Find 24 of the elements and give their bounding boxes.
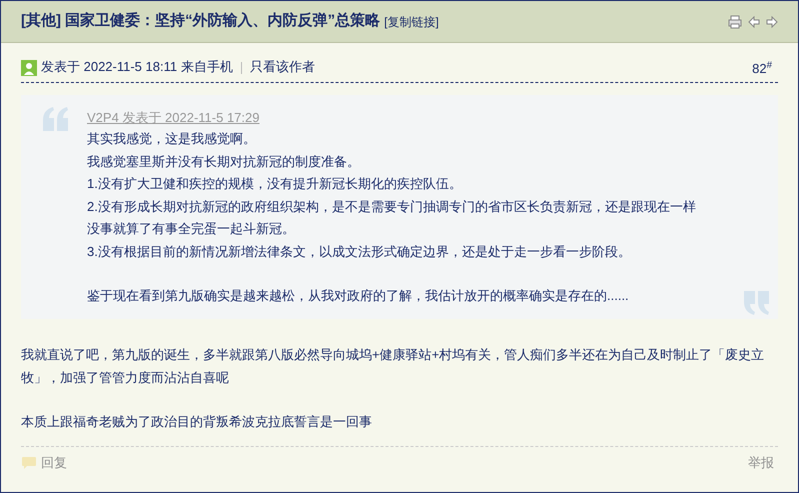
quote-line: 其实我感觉，这是我感觉啊。 xyxy=(87,130,257,148)
copy-link[interactable]: [复制链接] xyxy=(384,12,439,30)
previous-arrow-icon[interactable] xyxy=(748,16,760,28)
floor-number: 82$^{#}$ xyxy=(752,58,772,78)
print-icon[interactable] xyxy=(728,14,742,28)
open-quote-icon xyxy=(43,107,69,131)
post-date: 发表于 2022-11-5 18:11 xyxy=(41,58,178,76)
author-only-link[interactable]: 只看该作者 xyxy=(250,56,316,76)
reply-paragraph: 本质上跟福奇老贼为了政治目的背叛希波克拉底誓言是一回事 xyxy=(21,413,373,431)
reply-button[interactable]: 回复 xyxy=(21,453,67,473)
quote-line: 3.没有根据目前的新情况新增法律条文，以成文法形式确定边界，还是处于走一步看一步阶段。 xyxy=(87,242,632,260)
quote-author-link[interactable]: V2P4 发表于 2022-11-5 17:29 xyxy=(87,110,260,125)
quote-line: 1.没有扩大卫健和疾控的规模，没有提升新冠长期化的疾控队伍。 xyxy=(87,175,463,193)
speech-bubble-icon xyxy=(21,456,37,470)
user-avatar-icon xyxy=(21,60,37,76)
report-link[interactable]: 举报 xyxy=(748,453,774,473)
post-source: 来自手机 xyxy=(181,58,234,76)
post-title: [其他] 国家卫健委：坚持“外防输入、内防反弹”总策略 xyxy=(21,11,380,32)
next-arrow-icon[interactable] xyxy=(766,16,778,28)
reply-paragraph: 我就直说了吧，第九版的诞生，多半就跟第八版必然导向城坞+健康驿站+村坞有关，管人痴们多半还在为自己及时制止了「废史立牧」，加强了管管力度而沾沾自喜呢 xyxy=(21,346,766,386)
quote-line: 鉴于现在看到第九版确实是越来越松，从我对政府的了解，我估计放开的概率确实是存在的...... xyxy=(87,287,630,305)
quote-line: 我感觉塞里斯并没有长期对抗新冠的制度准备。 xyxy=(87,152,361,170)
quote-line: 2.没有形成长期对抗新冠的政府组织架构，是不是需要专门抽调专门的省市区长负责新冠，还是跟现在一样没事就算了有事全完蛋一起斗新冠。 xyxy=(87,198,697,238)
close-quote-icon xyxy=(744,291,770,315)
